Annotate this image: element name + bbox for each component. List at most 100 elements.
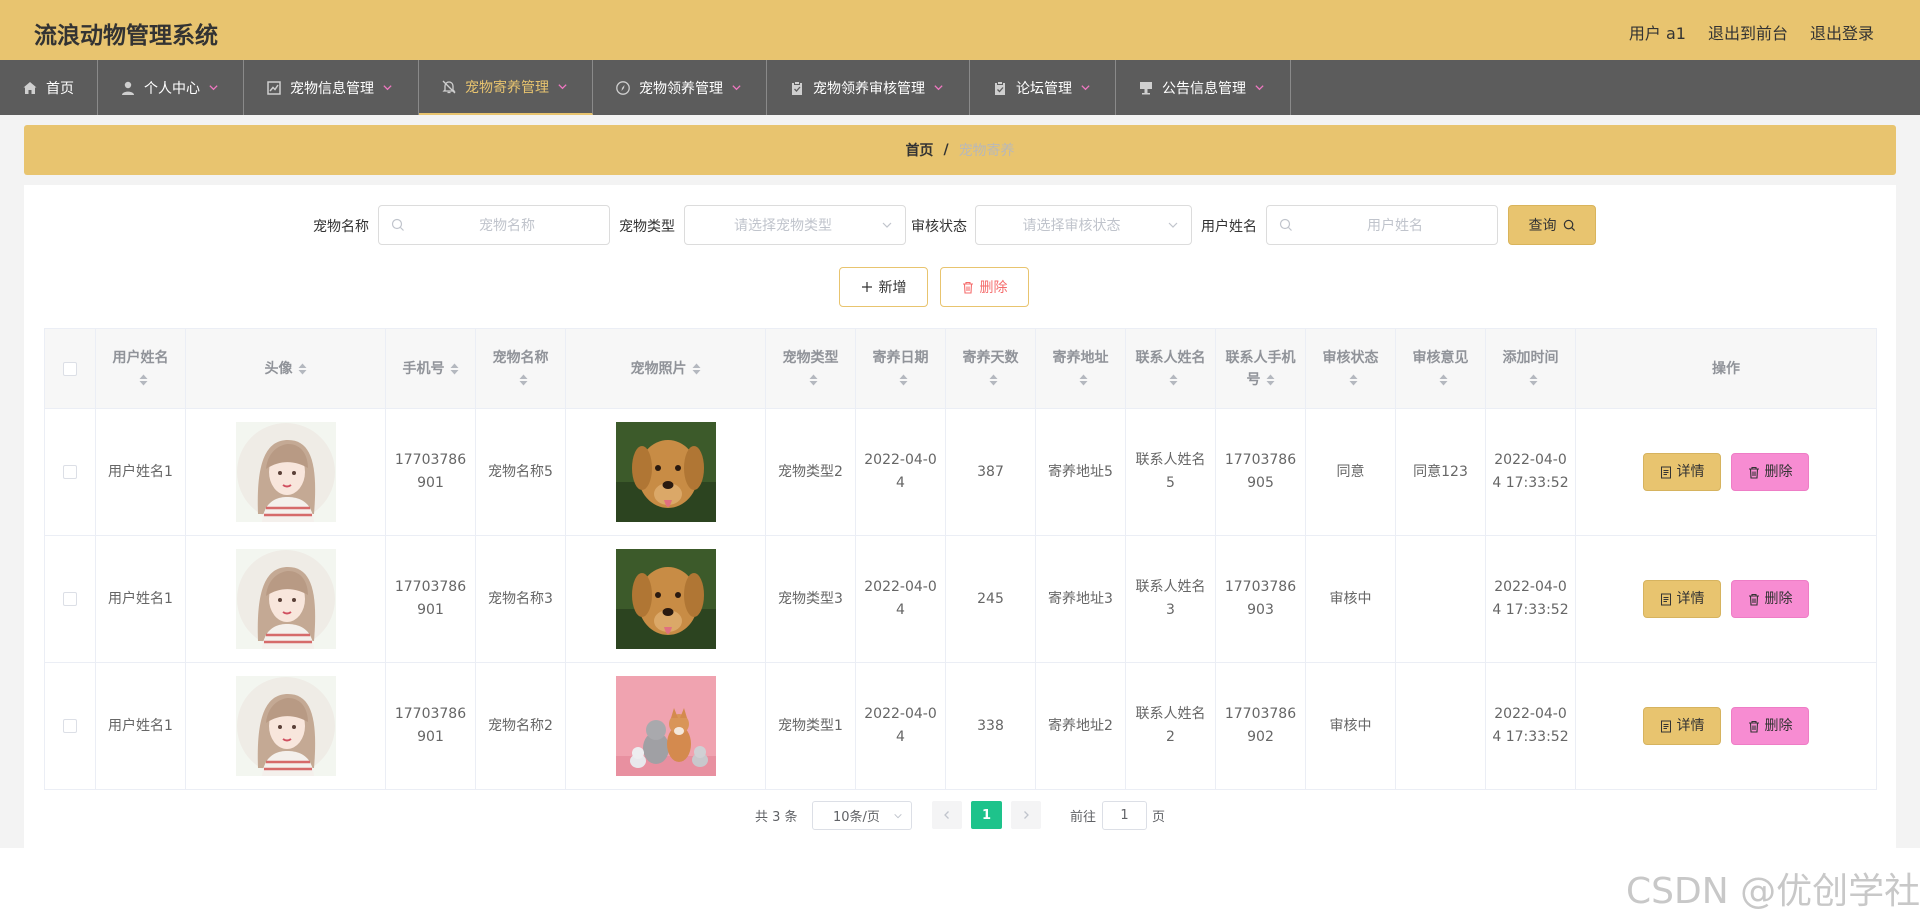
logout-link[interactable]: 退出登录	[1810, 20, 1874, 44]
cell-date: 2022-04-04	[855, 408, 946, 536]
nav-label: 宠物信息管理	[290, 80, 374, 97]
chevron-down-icon	[209, 85, 218, 91]
detail-label: 详情	[1676, 717, 1705, 734]
detail-button[interactable]: 详情	[1643, 453, 1721, 491]
status-select[interactable]: 请选择审核状态	[975, 205, 1192, 245]
sort-icon	[1529, 374, 1537, 385]
next-page-button[interactable]	[1011, 801, 1041, 829]
sort-icon	[139, 374, 147, 385]
row-checkbox[interactable]	[63, 591, 77, 606]
cell-contact-phone: 17703786902	[1215, 662, 1306, 790]
col-header[interactable]: 寄养日期	[855, 328, 946, 409]
sort-icon	[809, 374, 817, 385]
prev-page-button[interactable]	[932, 801, 962, 829]
cell-pet-type: 宠物类型3	[765, 535, 856, 663]
chevron-right-icon	[1024, 811, 1029, 819]
avatar	[235, 549, 336, 649]
nav-item-pet-info[interactable]: 宠物信息管理	[244, 60, 419, 115]
cell-added: 2022-04-04 17:33:52	[1485, 535, 1576, 663]
row-checkbox[interactable]	[63, 464, 77, 479]
cell-actions: 详情 删除	[1575, 408, 1877, 536]
goto-page-input[interactable]: 1	[1102, 801, 1147, 830]
detail-button[interactable]: 详情	[1643, 580, 1721, 618]
row-delete-label: 删除	[1764, 463, 1793, 480]
cell-phone: 17703786901	[385, 662, 476, 790]
pet-type-select[interactable]: 请选择宠物类型	[684, 205, 906, 245]
col-header[interactable]: 添加时间	[1485, 328, 1576, 409]
row-select-cell	[44, 662, 96, 790]
cell-actions: 详情 删除	[1575, 662, 1877, 790]
row-delete-button[interactable]: 删除	[1731, 580, 1809, 618]
select-all-checkbox[interactable]	[63, 361, 77, 376]
nav-item-adopt-review[interactable]: 宠物领养审核管理	[767, 60, 970, 115]
col-header[interactable]: 联系人手机号	[1215, 328, 1306, 409]
col-header[interactable]: 审核意见	[1395, 328, 1486, 409]
document-icon	[1660, 466, 1671, 478]
col-header[interactable]: 宠物名称	[475, 328, 566, 409]
table-row: 用户姓名1 17703786901 宠物名称2 宠物类型1 2022-04-04 338 寄…	[44, 662, 1877, 790]
pet-type-label: 宠物类型	[619, 219, 675, 235]
cell-added: 2022-04-04 17:33:52	[1485, 662, 1576, 790]
nav-item-foster[interactable]: 宠物寄养管理	[419, 60, 593, 115]
col-header[interactable]: 寄养天数	[945, 328, 1036, 409]
row-delete-button[interactable]: 删除	[1731, 707, 1809, 745]
col-header[interactable]: 联系人姓名	[1125, 328, 1216, 409]
query-button[interactable]: 查询	[1508, 205, 1596, 245]
delete-label: 删除	[979, 280, 1008, 296]
row-actions: 详情 删除	[1582, 453, 1870, 491]
sort-icon	[450, 363, 458, 374]
cell-pet-type: 宠物类型1	[765, 662, 856, 790]
col-header[interactable]: 宠物照片	[565, 328, 766, 409]
nav-item-profile[interactable]: 个人中心	[98, 60, 244, 115]
chevron-down-icon	[1255, 85, 1264, 91]
chevron-down-icon	[882, 222, 892, 228]
cell-status: 审核中	[1305, 535, 1396, 663]
cell-contact: 联系人姓名2	[1125, 662, 1216, 790]
sort-icon	[519, 374, 527, 385]
user-name-input[interactable]: 用户姓名	[1266, 205, 1498, 245]
compass-icon	[616, 80, 630, 95]
col-header[interactable]: 用户姓名	[95, 328, 186, 409]
batch-delete-button[interactable]: 删除	[940, 267, 1029, 307]
cell-address: 寄养地址2	[1035, 662, 1126, 790]
col-header[interactable]: 头像	[185, 328, 386, 409]
sort-icon	[1266, 374, 1274, 385]
clipboard-icon	[792, 80, 802, 95]
nav-label: 首页	[46, 80, 74, 97]
cell-date: 2022-04-04	[855, 662, 946, 790]
cell-added: 2022-04-04 17:33:52	[1485, 408, 1576, 536]
top-links: 用户 a1 退出到前台 退出登录	[1629, 20, 1874, 44]
cell-opinion	[1395, 535, 1486, 663]
pet-name-placeholder: 宠物名称	[479, 218, 535, 234]
pet-name-input[interactable]: 宠物名称	[378, 205, 610, 245]
breadcrumb-home[interactable]: 首页	[905, 140, 933, 160]
nav-item-adopt[interactable]: 宠物领养管理	[593, 60, 767, 115]
nav-item-home[interactable]: 首页	[0, 60, 98, 115]
pet-photo	[615, 549, 716, 649]
goto-label: 前往	[1070, 809, 1097, 825]
row-checkbox[interactable]	[63, 718, 77, 733]
col-header[interactable]: 审核状态	[1305, 328, 1396, 409]
sort-icon	[1169, 374, 1177, 385]
nav-item-notice[interactable]: 公告信息管理	[1116, 60, 1291, 115]
front-link[interactable]: 退出到前台	[1708, 20, 1788, 44]
col-header[interactable]: 寄养地址	[1035, 328, 1126, 409]
add-button[interactable]: 新增	[839, 267, 928, 307]
sort-icon	[1349, 374, 1357, 385]
pagination-total: 共 3 条	[755, 809, 798, 825]
col-header[interactable]: 手机号	[385, 328, 476, 409]
row-delete-button[interactable]: 删除	[1731, 453, 1809, 491]
page-size-select[interactable]: 10条/页	[812, 801, 912, 830]
user-name-label: 用户姓名	[1201, 219, 1257, 235]
row-delete-label: 删除	[1764, 590, 1793, 607]
sort-icon	[899, 374, 907, 385]
page-number-current[interactable]: 1	[971, 801, 1002, 829]
detail-label: 详情	[1676, 463, 1705, 480]
status-placeholder: 请选择审核状态	[1022, 218, 1121, 234]
nav-item-forum[interactable]: 论坛管理	[970, 60, 1116, 115]
sort-icon	[1439, 374, 1447, 385]
detail-button[interactable]: 详情	[1643, 707, 1721, 745]
col-header[interactable]: 宠物类型	[765, 328, 856, 409]
row-actions: 详情 删除	[1582, 707, 1870, 745]
cell-pet-photo	[565, 662, 766, 790]
